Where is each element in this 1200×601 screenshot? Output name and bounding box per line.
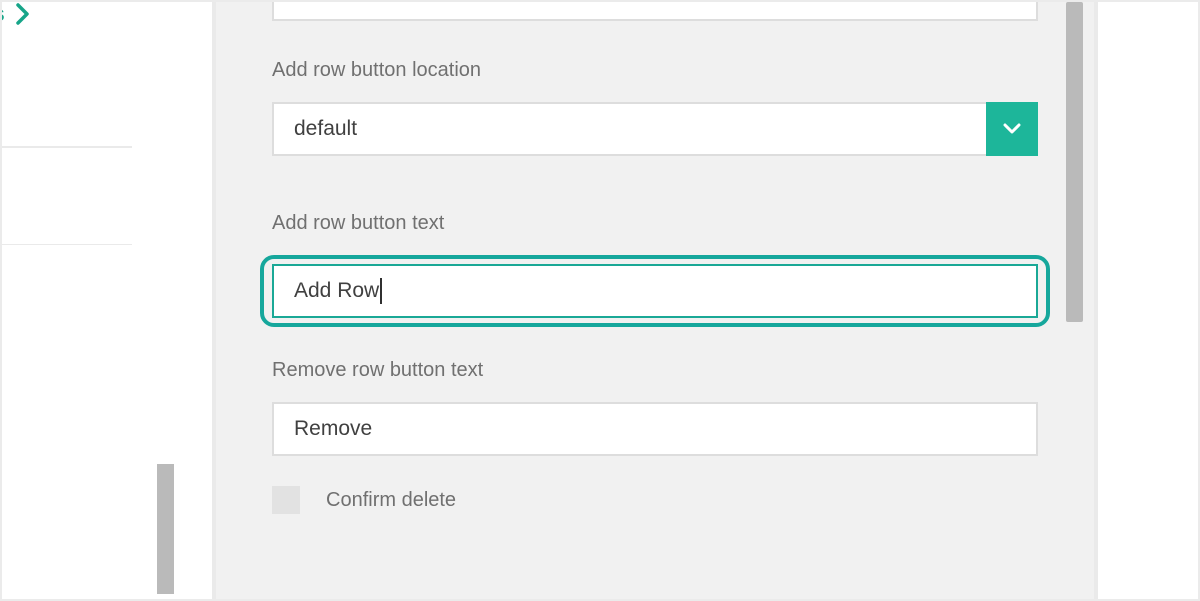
sidebar-divider (2, 146, 132, 148)
field-label: Remove row button text (272, 359, 1038, 382)
text-caret (380, 278, 382, 304)
scrollbar-thumb[interactable] (157, 464, 174, 594)
add-row-text-input[interactable]: Add Row (272, 264, 1038, 318)
field-label: Add row button text (272, 212, 1038, 235)
field-label: Add row button location (272, 59, 1038, 82)
sidebar-item-label: erties (2, 2, 5, 26)
dropdown-value: default (272, 102, 986, 156)
focused-outline: Add Row (260, 255, 1050, 327)
settings-panel: Add row button location default Add row … (212, 2, 1098, 599)
input-value: Remove (294, 417, 372, 441)
scrollbar-thumb[interactable] (1066, 2, 1083, 322)
remove-row-text-input[interactable]: Remove (272, 402, 1038, 456)
field-remove-row-button-text: Remove row button text Remove (272, 359, 1038, 456)
field-add-row-button-text: Add row button text Add Row (272, 212, 1038, 327)
sidebar: erties (2, 2, 182, 599)
input-value: Add Row (294, 279, 379, 303)
chevron-right-icon (15, 3, 31, 25)
add-row-location-dropdown[interactable]: default (272, 102, 1038, 156)
confirm-delete-checkbox[interactable] (272, 486, 300, 514)
chevron-down-icon (1003, 123, 1021, 135)
sidebar-item-properties[interactable]: erties (2, 2, 182, 26)
sidebar-divider (2, 244, 132, 246)
dropdown-toggle-button[interactable] (986, 102, 1038, 156)
previous-field-input[interactable] (272, 2, 1038, 21)
app-frame: erties Add row button location default (0, 0, 1200, 601)
field-confirm-delete: Confirm delete (272, 486, 1038, 514)
settings-panel-body: Add row button location default Add row … (212, 2, 1098, 599)
field-add-row-button-location: Add row button location default (272, 59, 1038, 156)
checkbox-label: Confirm delete (326, 489, 456, 512)
